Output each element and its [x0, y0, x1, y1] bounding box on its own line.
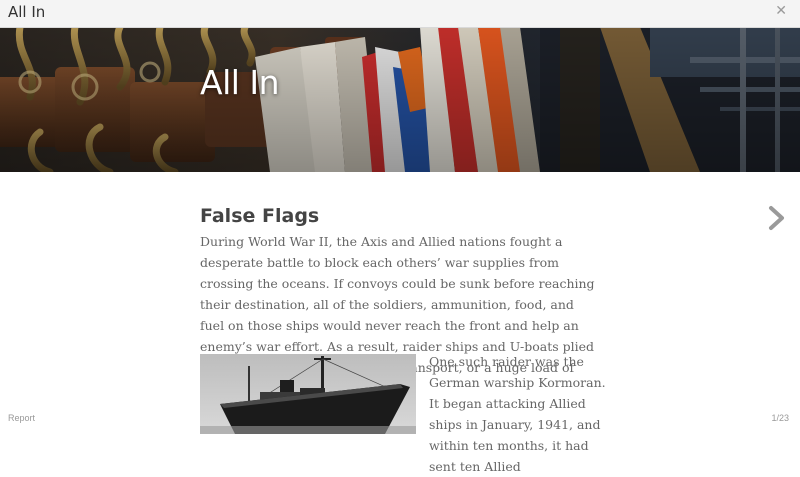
- close-icon[interactable]: ✕: [775, 3, 787, 19]
- hero-banner: All In: [0, 27, 800, 172]
- chevron-right-icon: [769, 206, 784, 230]
- ship-photo: [200, 354, 416, 434]
- report-link[interactable]: Report: [8, 413, 35, 423]
- top-bar: All In ✕: [0, 0, 800, 28]
- page-indicator: 1/23: [771, 413, 789, 423]
- section-heading: False Flags: [200, 205, 320, 227]
- ship-photo-image: [200, 354, 416, 434]
- hero-title: All In: [200, 63, 280, 102]
- hero-image: [0, 27, 800, 172]
- photo-caption-text: One such raider was the German warship K…: [429, 354, 606, 474]
- next-page-button[interactable]: [766, 204, 788, 232]
- app-title: All In: [8, 3, 46, 21]
